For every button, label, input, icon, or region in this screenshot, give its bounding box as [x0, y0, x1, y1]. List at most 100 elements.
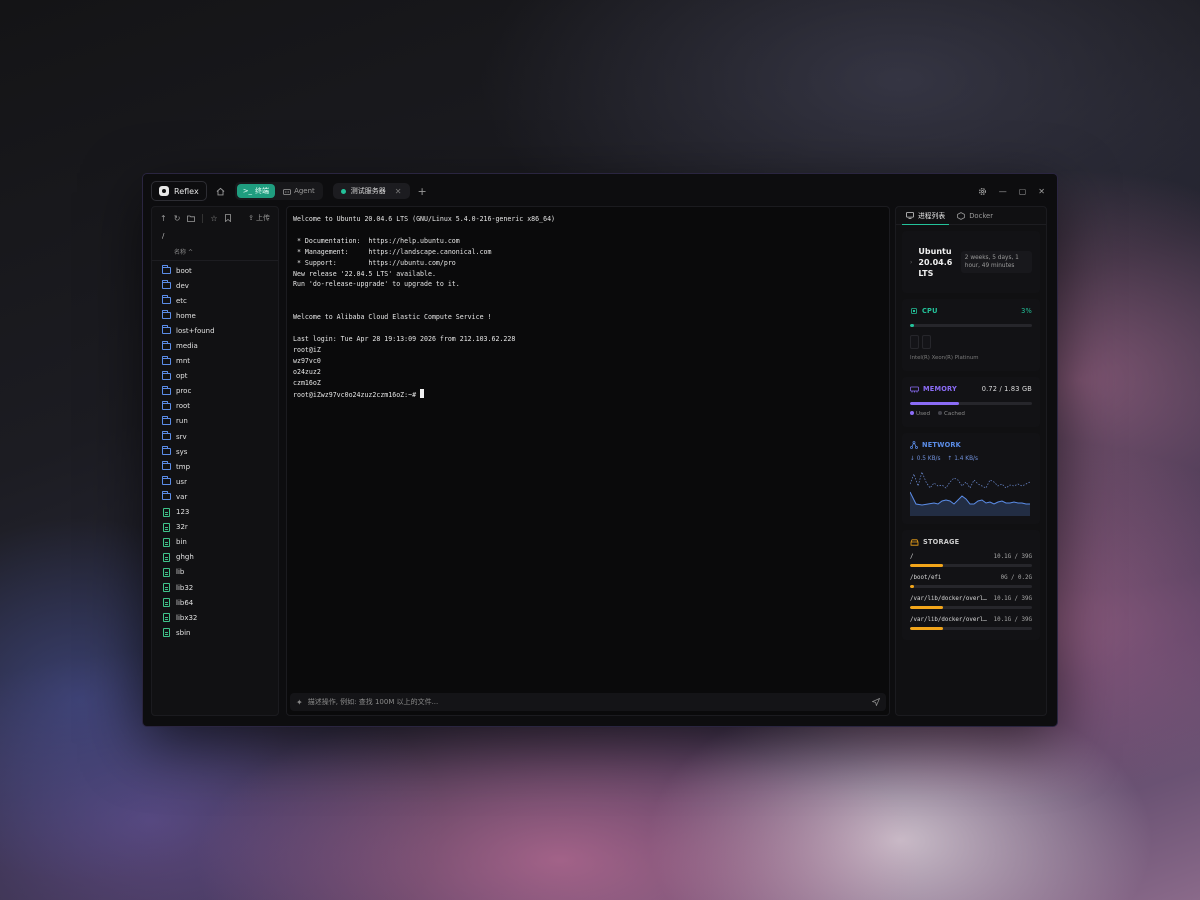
file-item-opt[interactable]: opt: [152, 369, 278, 384]
file-item-ghgh[interactable]: ghgh: [152, 550, 278, 565]
terminal-prompt: root@iZwz97vc0o24zuz2czm16oZ:~#: [293, 390, 421, 399]
file-item-var[interactable]: var: [152, 489, 278, 504]
file-item-libx32[interactable]: libx32: [152, 610, 278, 625]
close-window-icon[interactable]: ✕: [1038, 187, 1045, 196]
file-item-sys[interactable]: sys: [152, 444, 278, 459]
mount-usage-bar: [910, 627, 1032, 630]
terminal-output[interactable]: Welcome to Ubuntu 20.04.6 LTS (GNU/Linux…: [287, 207, 889, 407]
upload-label: 上传: [256, 214, 270, 222]
file-item-srv[interactable]: srv: [152, 429, 278, 444]
new-folder-icon[interactable]: [187, 215, 196, 222]
file-item-label: srv: [176, 432, 187, 441]
file-item-bin[interactable]: bin: [152, 535, 278, 550]
storage-card: STORAGE / 10.1G / 39G/boot/efi 0G / 0.2G/v…: [902, 530, 1040, 640]
file-icon: [163, 522, 170, 532]
terminal-line: * Documentation: https://help.ubuntu.com: [293, 236, 460, 245]
storage-label: STORAGE: [923, 538, 960, 546]
current-path[interactable]: /: [152, 229, 278, 245]
file-item-dev[interactable]: dev: [152, 278, 278, 293]
terminal-pane[interactable]: Welcome to Ubuntu 20.04.6 LTS (GNU/Linux…: [286, 206, 890, 716]
file-item-lib[interactable]: lib: [152, 565, 278, 580]
file-item-lib64[interactable]: lib64: [152, 595, 278, 610]
cpu-core-bar: [910, 335, 919, 349]
file-item-label: 32r: [176, 523, 188, 532]
file-item-run[interactable]: run: [152, 414, 278, 429]
file-item-proc[interactable]: proc: [152, 384, 278, 399]
new-tab-button[interactable]: +: [418, 185, 427, 198]
file-item-mnt[interactable]: mnt: [152, 354, 278, 369]
ai-command-input[interactable]: [307, 698, 867, 706]
upload-button[interactable]: ⇪ 上传: [248, 213, 270, 223]
star-icon[interactable]: ☆: [210, 214, 217, 223]
mode-terminal[interactable]: >_ 终端: [236, 184, 276, 198]
file-item-label: var: [176, 492, 188, 501]
file-item-boot[interactable]: boot: [152, 263, 278, 278]
terminal-line: * Support: https://ubuntu.com/pro: [293, 258, 456, 267]
network-label: NETWORK: [922, 441, 961, 449]
file-item-root[interactable]: root: [152, 399, 278, 414]
file-item-sbin[interactable]: sbin: [152, 625, 278, 640]
file-item-label: tmp: [176, 462, 191, 471]
memory-card: MEMORY 0.72 / 1.83 GB Used Cached: [902, 377, 1040, 427]
file-icon: [163, 613, 170, 623]
tab-server[interactable]: 测试服务器 ✕: [332, 183, 410, 199]
file-item-label: 123: [176, 508, 190, 517]
file-item-media[interactable]: media: [152, 338, 278, 353]
cpu-chip-icon: [911, 308, 917, 314]
file-item-lost+found[interactable]: lost+found: [152, 323, 278, 338]
tab-process-list[interactable]: 进程列表: [902, 207, 950, 225]
close-icon[interactable]: ✕: [395, 187, 402, 196]
chevron-icon[interactable]: ›: [910, 259, 912, 266]
tab-docker[interactable]: Docker: [953, 207, 997, 225]
mode-agent[interactable]: Agent: [277, 185, 321, 197]
robot-icon: [283, 188, 291, 195]
folder-icon: [162, 280, 171, 290]
terminal-icon: >_: [242, 187, 253, 195]
app-brand[interactable]: Reflex: [151, 181, 207, 201]
send-icon[interactable]: [872, 698, 880, 706]
file-item-label: root: [176, 402, 191, 411]
network-card: NETWORK ↓ 0.5 KB/s ↑ 1.4 KB/s: [902, 433, 1040, 524]
file-item-label: sbin: [176, 628, 191, 637]
file-item-label: opt: [176, 372, 188, 381]
file-item-32r[interactable]: 32r: [152, 520, 278, 535]
refresh-icon[interactable]: ↻: [174, 214, 181, 223]
file-item-tmp[interactable]: tmp: [152, 459, 278, 474]
up-arrow-icon[interactable]: ↑: [160, 214, 167, 223]
mount-path: /var/lib/docker/overl…: [910, 596, 987, 602]
folder-icon: [162, 325, 171, 335]
maximize-icon[interactable]: ▢: [1019, 187, 1027, 196]
file-item-label: mnt: [176, 357, 190, 366]
network-upload-line: [910, 470, 1030, 489]
storage-list: / 10.1G / 39G/boot/efi 0G / 0.2G/var/lib/d…: [910, 554, 1032, 630]
terminal-prompt-line[interactable]: root@iZwz97vc0o24zuz2czm16oZ:~#: [293, 388, 883, 401]
file-item-etc[interactable]: etc: [152, 293, 278, 308]
file-item-lib32[interactable]: lib32: [152, 580, 278, 595]
file-item-label: libx32: [176, 613, 198, 622]
folder-icon: [162, 370, 171, 380]
gear-icon[interactable]: [978, 187, 987, 196]
column-header-name[interactable]: 名称 ^: [152, 245, 278, 261]
file-icon: [163, 567, 170, 577]
legend-cached: Cached: [944, 411, 965, 417]
monitor-icon: [906, 211, 914, 219]
file-icon: [163, 507, 170, 517]
file-item-123[interactable]: 123: [152, 505, 278, 520]
bookmark-icon[interactable]: [224, 214, 231, 222]
mount-usage-bar: [910, 585, 1032, 588]
file-item-usr[interactable]: usr: [152, 474, 278, 489]
app-window: Reflex >_ 终端 Agent 测试服务器 ✕ + — ▢ ✕ ↑ ↻ ☆…: [143, 174, 1057, 726]
network-icon: [910, 441, 918, 449]
file-icon: [163, 583, 170, 593]
file-item-label: proc: [176, 387, 192, 396]
home-icon: [216, 187, 225, 195]
connection-status-dot: [340, 188, 346, 194]
file-browser: ↑ ↻ ☆ ⇪ 上传 / 名称 ^ boot dev etc home lost+fou…: [151, 206, 279, 716]
legend-used: Used: [916, 411, 931, 417]
file-item-home[interactable]: home: [152, 308, 278, 323]
home-button[interactable]: [213, 183, 229, 199]
minimize-icon[interactable]: —: [999, 187, 1007, 196]
upload-icon: ⇪: [248, 214, 254, 222]
